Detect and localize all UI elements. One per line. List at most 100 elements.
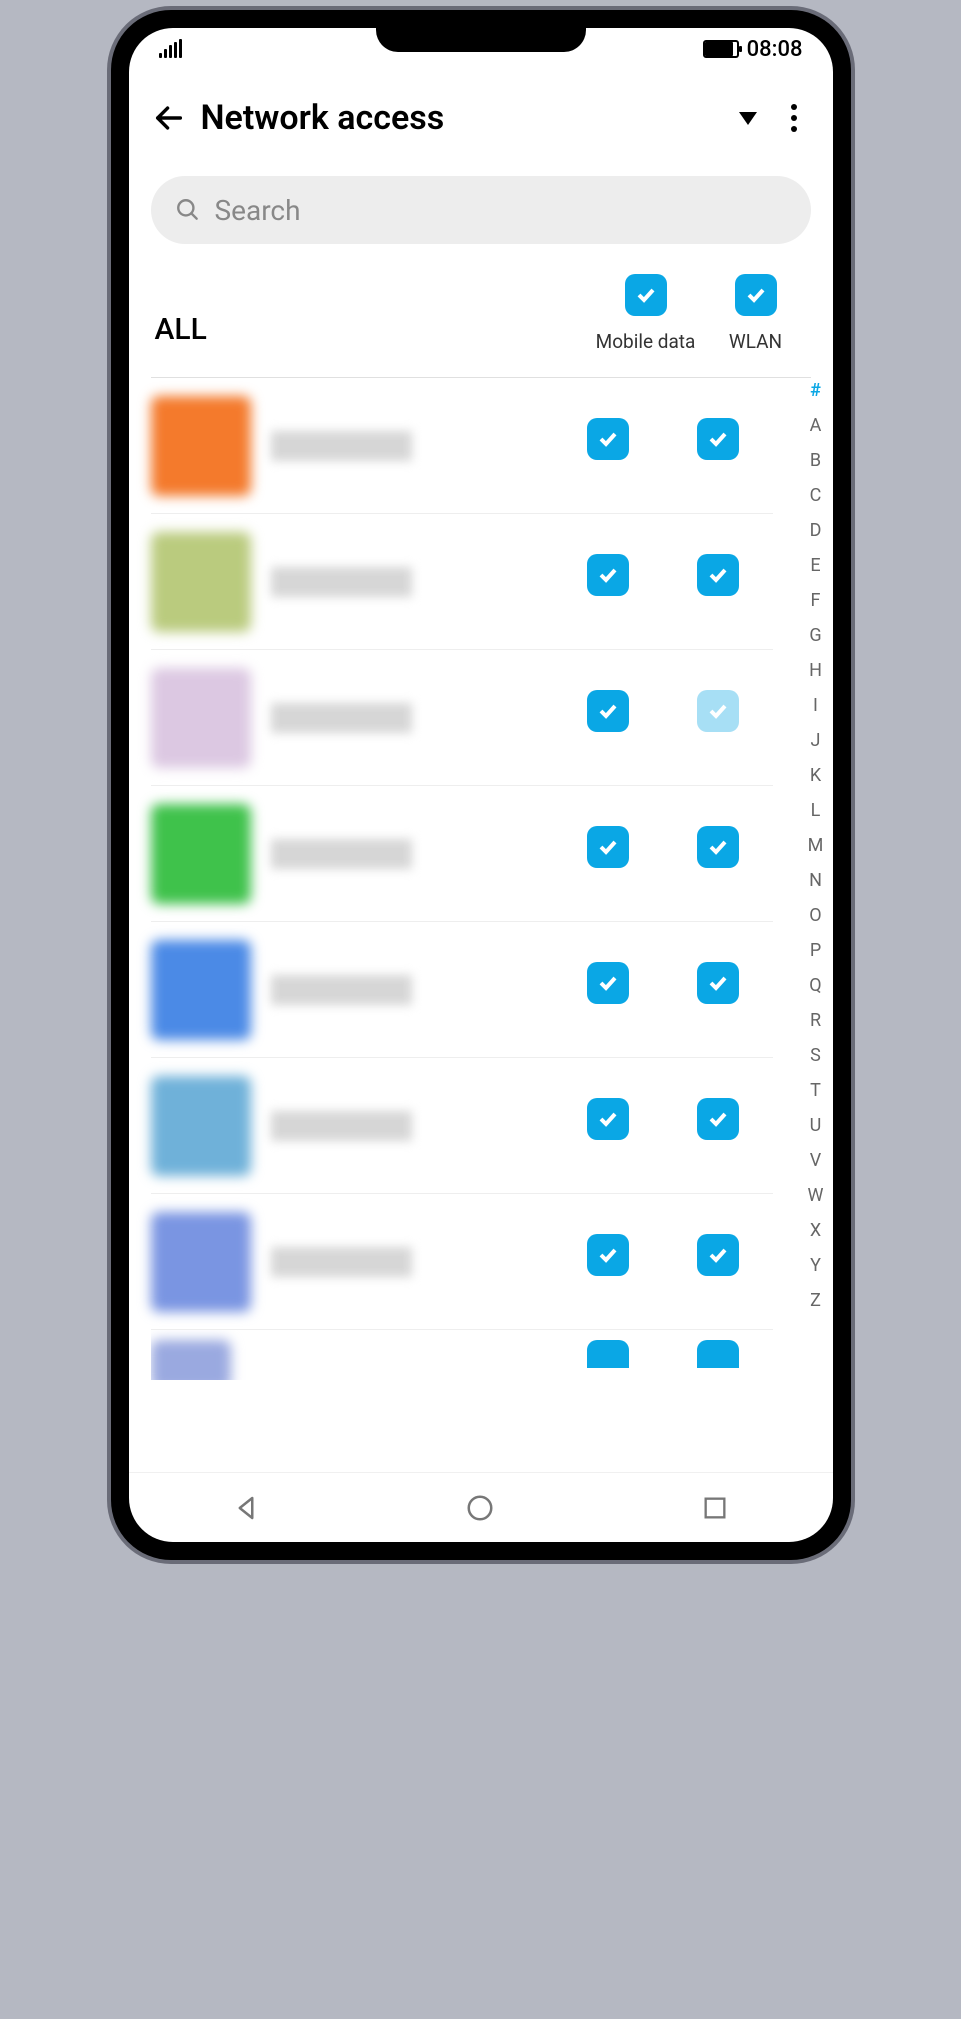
toggle-mobile[interactable] [587,1098,629,1140]
toggle-wlan[interactable] [697,826,739,868]
arrow-left-icon [152,101,186,135]
toggle-wlan[interactable] [697,1098,739,1140]
app-list[interactable] [151,378,811,1380]
index-letter[interactable]: G [809,619,821,652]
content: ALL Mobile data WLAN #ABCDEFGHIJKLMNOPQR… [129,274,833,1472]
toggle-wlan[interactable] [697,690,739,732]
index-letter[interactable]: B [810,444,821,477]
clock: 08:08 [747,37,803,62]
col-mobile-label: Mobile data [596,330,696,353]
index-letter[interactable]: Z [810,1284,821,1317]
index-letter[interactable]: F [811,584,821,617]
screen: 08:08 Network access Search ALL Mobile d… [129,28,833,1542]
index-letter[interactable]: V [810,1144,821,1177]
header: Network access [129,70,833,166]
index-letter[interactable]: U [810,1109,822,1142]
index-letter[interactable]: P [810,934,821,967]
page-title: Network access [201,98,739,138]
index-letter[interactable]: O [809,899,821,932]
back-button[interactable] [147,96,191,140]
app-row[interactable] [151,378,773,514]
index-letter[interactable]: T [810,1074,821,1107]
index-letter[interactable]: S [810,1039,821,1072]
index-letter[interactable]: J [811,724,821,757]
index-letter[interactable]: R [810,1004,821,1037]
toggle-mobile[interactable] [587,690,629,732]
more-menu-button[interactable] [785,98,803,138]
search-placeholder: Search [215,194,301,227]
col-wlan-label: WLAN [729,330,782,353]
index-bar[interactable]: #ABCDEFGHIJKLMNOPQRSTUVWXYZ [799,374,833,1472]
index-letter[interactable]: H [809,654,822,687]
index-letter[interactable]: C [810,479,822,512]
nav-bar [129,1472,833,1542]
toggle-mobile[interactable] [587,962,629,1004]
toggle-wlan[interactable] [697,1234,739,1276]
app-icon [151,940,251,1040]
app-row[interactable] [151,1194,773,1330]
search-icon [175,197,201,223]
toggle-wlan[interactable] [697,962,739,1004]
index-letter[interactable]: Y [810,1249,821,1282]
toggle-all-mobile[interactable] [625,274,667,316]
nav-recent-button[interactable] [697,1490,733,1526]
app-name-redacted [271,703,412,733]
app-row[interactable] [151,1330,773,1380]
col-mobile: Mobile data [591,274,701,353]
index-letter[interactable]: K [810,759,821,792]
nav-home-button[interactable] [462,1490,498,1526]
column-header: ALL Mobile data WLAN [151,274,811,378]
col-wlan: WLAN [701,274,811,353]
app-icon [151,1212,251,1312]
index-letter[interactable]: Q [809,969,821,1002]
toggle-all-wlan[interactable] [735,274,777,316]
app-name-redacted [271,567,412,597]
app-icon [151,1340,231,1380]
app-row[interactable] [151,1058,773,1194]
square-recent-icon [701,1494,729,1522]
search-input[interactable]: Search [151,176,811,244]
index-letter[interactable]: D [810,514,822,547]
app-name-redacted [271,431,412,461]
status-right: 08:08 [703,37,803,62]
app-name-redacted [271,1247,412,1277]
app-icon [151,1076,251,1176]
app-row[interactable] [151,514,773,650]
battery-icon [703,40,739,58]
app-name-redacted [271,1111,412,1141]
toggle-wlan[interactable] [697,418,739,460]
app-name-redacted [271,975,412,1005]
toggle-wlan[interactable] [697,554,739,596]
index-letter[interactable]: A [810,409,822,442]
all-label: ALL [151,312,591,353]
notch [376,10,586,52]
toggle-mobile[interactable] [587,1234,629,1276]
index-letter[interactable]: M [808,829,824,862]
nav-back-button[interactable] [228,1490,264,1526]
toggle-wlan[interactable] [697,1340,739,1368]
toggle-mobile[interactable] [587,1340,629,1368]
app-row[interactable] [151,650,773,786]
triangle-back-icon [231,1493,261,1523]
index-letter[interactable]: L [811,794,821,827]
app-row[interactable] [151,786,773,922]
toggle-mobile[interactable] [587,554,629,596]
index-letter[interactable]: # [810,374,821,407]
signal-icon [159,40,182,58]
index-letter[interactable]: I [813,689,818,722]
index-letter[interactable]: W [808,1179,824,1212]
app-icon [151,532,251,632]
toggle-mobile[interactable] [587,826,629,868]
index-letter[interactable]: E [810,549,820,582]
app-icon [151,396,251,496]
app-row[interactable] [151,922,773,1058]
app-name-redacted [271,839,412,869]
toggle-mobile[interactable] [587,418,629,460]
index-letter[interactable]: X [810,1214,821,1247]
app-icon [151,804,251,904]
phone-frame: 08:08 Network access Search ALL Mobile d… [111,10,851,1560]
index-letter[interactable]: N [809,864,822,897]
circle-home-icon [465,1493,495,1523]
app-icon [151,668,251,768]
sort-dropdown[interactable] [739,112,757,125]
